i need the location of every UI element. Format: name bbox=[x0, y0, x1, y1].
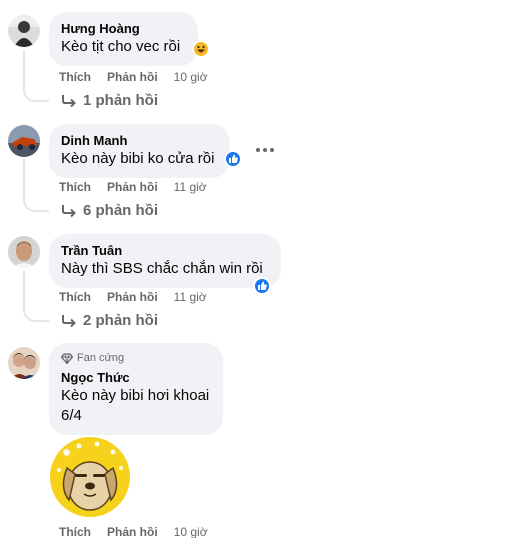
comment-bubble: Dinh Manh Kèo này bibi ko cửa rồi bbox=[49, 124, 231, 178]
like-button[interactable]: Thích bbox=[59, 525, 91, 538]
fan-badge: Fan cứng bbox=[61, 351, 209, 365]
avatar[interactable] bbox=[8, 125, 40, 157]
comment-author[interactable]: Ngọc Thức bbox=[61, 369, 209, 386]
like-button[interactable]: Thích bbox=[59, 290, 91, 304]
comment-author[interactable]: Hưng Hoàng bbox=[61, 20, 180, 37]
comment-bubble: Trần Tuân Này thì SBS chắc chắn win rồi bbox=[49, 234, 281, 288]
comment-bubble: Fan cứng Ngọc Thức Kèo này bibi hơi khoa… bbox=[49, 343, 224, 435]
replies-count: 2 phản hồi bbox=[83, 312, 158, 329]
view-replies-link[interactable]: 2 phản hồi bbox=[61, 312, 158, 329]
badge-label: Fan cứng bbox=[77, 352, 125, 364]
more-options-button[interactable] bbox=[251, 140, 279, 160]
reply-button[interactable]: Phản hồi bbox=[107, 525, 158, 538]
comment-actions: Thích Phản hồi 11 giờ bbox=[59, 289, 207, 305]
avatar[interactable] bbox=[8, 15, 40, 47]
haha-reaction-icon[interactable] bbox=[192, 40, 210, 58]
reply-button[interactable]: Phản hồi bbox=[107, 180, 158, 194]
comment-thread: Hưng Hoàng Kèo tịt cho vec rồi Thích Phả… bbox=[0, 0, 530, 538]
reply-arrow-icon bbox=[62, 314, 76, 327]
comment-text: Kèo tịt cho vec rồi bbox=[61, 38, 181, 55]
like-reaction-icon[interactable] bbox=[224, 150, 242, 168]
like-reaction-icon[interactable] bbox=[253, 277, 271, 295]
comment-timestamp[interactable]: 10 giờ bbox=[174, 525, 208, 538]
comment-timestamp[interactable]: 11 giờ bbox=[174, 180, 207, 194]
comment-bubble: Hưng Hoàng Kèo tịt cho vec rồi bbox=[49, 12, 199, 66]
like-button[interactable]: Thích bbox=[59, 180, 91, 194]
reply-button[interactable]: Phản hồi bbox=[107, 290, 158, 304]
reply-arrow-icon bbox=[62, 204, 76, 217]
comment-text: 6/4 bbox=[61, 407, 82, 424]
avatar[interactable] bbox=[8, 347, 40, 379]
comment-actions: Thích Phản hồi 11 giờ bbox=[59, 179, 207, 195]
dot bbox=[256, 148, 260, 152]
comment-actions: Thích Phản hồi 10 giờ bbox=[59, 524, 208, 538]
view-replies-link[interactable]: 1 phản hồi bbox=[61, 92, 158, 109]
comment-text: Này thì SBS chắc chắn win rồi bbox=[61, 260, 263, 277]
thread-line bbox=[23, 159, 25, 193]
dog-sticker[interactable] bbox=[49, 436, 131, 518]
thread-connector bbox=[23, 302, 49, 322]
thread-connector bbox=[23, 82, 49, 102]
comment-item: Trần Tuân Này thì SBS chắc chắn win rồi … bbox=[0, 222, 530, 334]
reply-arrow-icon bbox=[62, 94, 76, 107]
view-replies-link[interactable]: 6 phản hồi bbox=[61, 202, 158, 219]
dot bbox=[263, 148, 267, 152]
thread-line bbox=[23, 270, 25, 303]
comment-timestamp[interactable]: 11 giờ bbox=[174, 290, 207, 304]
thread-line bbox=[23, 50, 25, 83]
comment-author[interactable]: Trần Tuân bbox=[61, 242, 263, 259]
replies-count: 1 phản hồi bbox=[83, 92, 158, 109]
comment-item: Hưng Hoàng Kèo tịt cho vec rồi Thích Phả… bbox=[0, 0, 530, 112]
comment-timestamp[interactable]: 10 giờ bbox=[174, 70, 208, 84]
avatar[interactable] bbox=[8, 236, 40, 268]
replies-count: 6 phản hồi bbox=[83, 202, 158, 219]
reply-button[interactable]: Phản hồi bbox=[107, 70, 158, 84]
thread-connector bbox=[23, 192, 49, 212]
diamond-icon bbox=[61, 352, 73, 364]
comment-item: Dinh Manh Kèo này bibi ko cửa rồi Thích … bbox=[0, 112, 530, 222]
like-button[interactable]: Thích bbox=[59, 70, 91, 84]
comment-item: Fan cứng Ngọc Thức Kèo này bibi hơi khoa… bbox=[0, 334, 530, 538]
comment-actions: Thích Phản hồi 10 giờ bbox=[59, 69, 208, 85]
dot bbox=[270, 148, 274, 152]
comment-text: Kèo này bibi hơi khoai bbox=[61, 387, 210, 404]
comment-author[interactable]: Dinh Manh bbox=[61, 132, 214, 149]
comment-text: Kèo này bibi ko cửa rồi bbox=[61, 150, 215, 167]
